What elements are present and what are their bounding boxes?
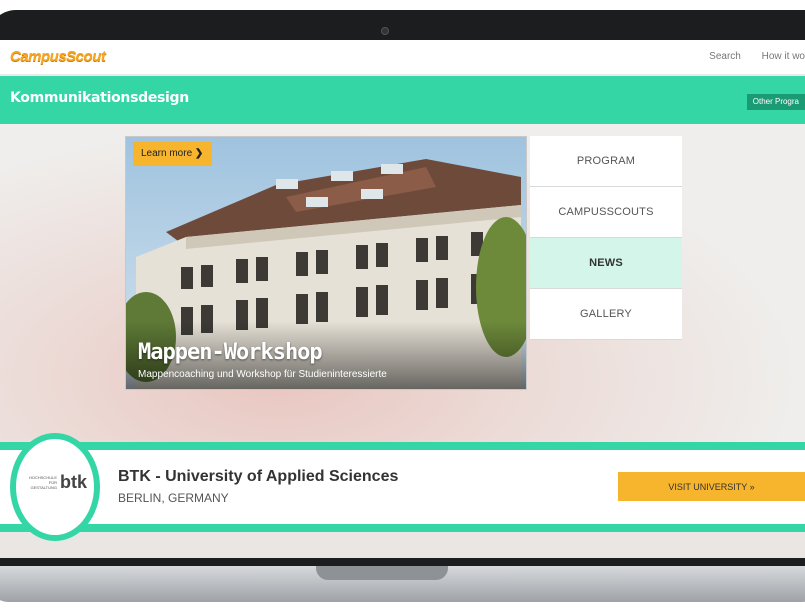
other-programs-button[interactable]: Other Progra	[746, 94, 805, 110]
tab-program[interactable]: PROGRAM	[530, 136, 682, 187]
tab-gallery[interactable]: GALLERY	[530, 289, 682, 340]
visit-university-button[interactable]: VISIT UNIVERSITY »	[618, 472, 805, 501]
laptop-mockup: CampusScout Search How it wo Kommunikati…	[0, 0, 805, 612]
campusscout-logo[interactable]: CampusScout	[10, 48, 106, 65]
university-logo-wordmark: btk	[60, 472, 87, 492]
top-nav: Search How it wo	[691, 51, 805, 62]
chevron-right-icon: ❯	[194, 148, 204, 159]
university-location: BERLIN, GERMANY	[118, 491, 229, 505]
university-logo-subtext: HOCHSCHULE FÜR GESTALTUNG	[28, 475, 57, 490]
program-title: Kommunikationsdesign	[10, 90, 189, 106]
camera-icon	[381, 27, 389, 35]
tab-campusscouts[interactable]: CAMPUSSCOUTS	[530, 187, 682, 238]
top-bar: CampusScout Search How it wo	[0, 40, 805, 75]
university-logo-mark: HOCHSCHULE FÜR GESTALTUNG btk	[23, 472, 87, 493]
learn-more-button[interactable]: Learn more ❯	[133, 142, 212, 166]
nav-how-it-works-link[interactable]: How it wo	[762, 51, 805, 62]
university-logo[interactable]: HOCHSCHULE FÜR GESTALTUNG btk	[10, 433, 100, 541]
learn-more-label: Learn more	[141, 148, 193, 159]
browser-screen: CampusScout Search How it wo Kommunikati…	[0, 40, 805, 558]
hero-subtitle: Mappencoaching und Workshop für Studieni…	[138, 369, 387, 380]
university-name: BTK - University of Applied Sciences	[118, 468, 399, 485]
section-nav: PROGRAM CAMPUSSCOUTS NEWS GALLERY	[530, 136, 682, 340]
hero-title[interactable]: Mappen-Workshop	[138, 340, 323, 365]
program-bar: Kommunikationsdesign Other Progra	[0, 76, 805, 124]
news-hero-image[interactable]: Learn more ❯ Mappen-Workshop Mappencoach…	[125, 136, 527, 390]
university-strip-footer	[0, 532, 805, 558]
laptop-base-notch	[316, 566, 448, 580]
tab-news[interactable]: NEWS	[530, 238, 682, 289]
nav-search-link[interactable]: Search	[709, 51, 741, 62]
